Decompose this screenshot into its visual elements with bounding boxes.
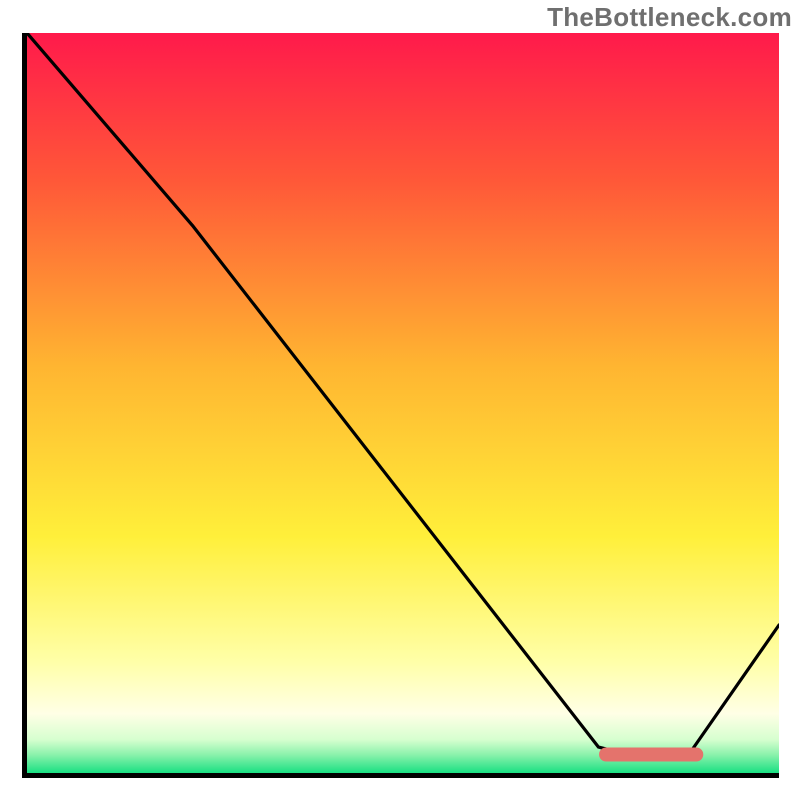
watermark-text: TheBottleneck.com [547, 2, 792, 33]
plot-frame [22, 33, 779, 778]
plot-svg [27, 33, 779, 773]
gradient-background [27, 33, 779, 773]
chart-stage: TheBottleneck.com [0, 0, 800, 800]
